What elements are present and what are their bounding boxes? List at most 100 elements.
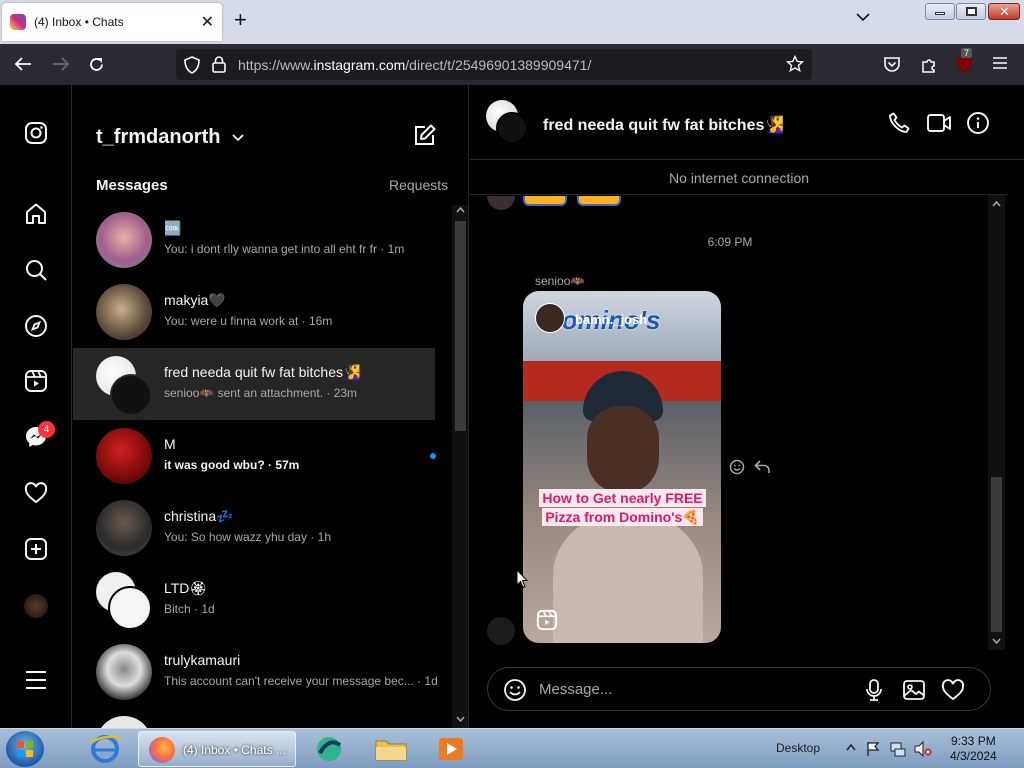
- url-path: /direct/t/25496901389909471/: [405, 57, 592, 73]
- react-emoji-icon[interactable]: [729, 459, 745, 475]
- thread-preview: This account can't receive your message …: [164, 674, 438, 688]
- account-switcher[interactable]: t_frmdanorth: [96, 126, 244, 149]
- system-clock[interactable]: 9:33 PM 4/3/2024: [950, 734, 997, 764]
- firefox-taskbar-button[interactable]: (4) Inbox • Chats ...: [138, 731, 296, 767]
- chat-scroll-thumb[interactable]: [991, 477, 1002, 632]
- minimize-window-button[interactable]: [925, 3, 955, 20]
- instagram-app: 4 t_frmdanorth Messages Requests 🆒 You: …: [0, 85, 1024, 728]
- thread-avatar: [96, 284, 152, 340]
- reply-arrow-icon[interactable]: [754, 459, 771, 475]
- close-window-button[interactable]: ✕: [988, 3, 1020, 20]
- thread-avatar: [96, 500, 152, 556]
- scroll-up-arrow-icon[interactable]: [992, 201, 1001, 207]
- message-timestamp: 6:09 PM: [707, 235, 753, 249]
- group-avatar: [96, 572, 152, 630]
- forward-arrow-icon[interactable]: [52, 56, 70, 72]
- audio-call-phone-icon[interactable]: [887, 111, 911, 135]
- chat-title[interactable]: fred needa quit fw fat bitches🧏‍♀️: [543, 115, 784, 135]
- chat-scrollbar[interactable]: [988, 195, 1005, 650]
- create-plus-icon[interactable]: [24, 537, 48, 561]
- chat-header: fred needa quit fw fat bitches🧏‍♀️: [470, 85, 1024, 160]
- new-tab-button[interactable]: +: [234, 9, 247, 31]
- thread-name: makyia🖤: [164, 292, 226, 308]
- start-button[interactable]: [6, 731, 44, 767]
- thread-row[interactable]: trulykamauri This account can't receive …: [73, 636, 438, 708]
- browser-tab[interactable]: (4) Inbox • Chats ✕: [2, 3, 222, 41]
- thread-name: LTD🏵: [164, 580, 208, 596]
- internet-explorer-taskbar-icon[interactable]: [76, 733, 134, 765]
- bookmark-star-icon[interactable]: [786, 55, 804, 73]
- like-heart-icon[interactable]: [941, 678, 965, 702]
- thread-name: M: [164, 436, 176, 452]
- clock-time: 9:33 PM: [951, 734, 996, 748]
- notifications-heart-icon[interactable]: [24, 481, 48, 505]
- voice-message-mic-icon[interactable]: [864, 678, 884, 702]
- tracking-protection-shield-icon[interactable]: [184, 56, 200, 74]
- lock-icon[interactable]: [212, 56, 226, 73]
- reels-icon[interactable]: [24, 369, 48, 393]
- network-icon[interactable]: [890, 741, 906, 757]
- reel-face: [587, 406, 659, 494]
- scroll-up-arrow-icon[interactable]: [456, 207, 465, 213]
- close-tab-icon[interactable]: ✕: [201, 12, 214, 32]
- home-icon[interactable]: [24, 202, 48, 226]
- thread-name: trulykamauri: [164, 652, 241, 668]
- instagram-logo-icon[interactable]: [24, 121, 48, 145]
- thread-row[interactable]: christina💤 You: So how wazz yhu day · 1h: [73, 492, 435, 564]
- hamburger-menu-icon[interactable]: [992, 56, 1008, 70]
- thread-avatar: [96, 716, 152, 728]
- browser-nav-bar: https://www.instagram.com/direct/t/25496…: [0, 44, 1024, 85]
- chat-group-avatar[interactable]: [486, 100, 530, 144]
- list-tabs-chevron-icon[interactable]: [856, 12, 870, 22]
- thread-row[interactable]: LTD🏵 Bitch · 1d: [73, 564, 435, 636]
- back-arrow-icon[interactable]: [14, 56, 32, 72]
- thread-preview: it was good wbu? · 57m: [164, 458, 300, 472]
- url-domain: instagram.com: [313, 57, 406, 73]
- inbox-scroll-thumb[interactable]: [455, 221, 466, 431]
- address-bar[interactable]: https://www.instagram.com/direct/t/25496…: [176, 49, 812, 80]
- scroll-down-arrow-icon[interactable]: [456, 716, 465, 722]
- volume-muted-icon[interactable]: [914, 741, 932, 757]
- notification-badge: 4: [38, 421, 55, 438]
- pocket-icon[interactable]: [883, 56, 901, 73]
- emoji-picker-icon[interactable]: [503, 678, 527, 702]
- more-menu-icon[interactable]: [24, 668, 48, 692]
- desktop-toolbar-label[interactable]: Desktop: [776, 741, 820, 755]
- add-photo-icon[interactable]: [902, 678, 926, 702]
- inbox-scrollbar[interactable]: [452, 205, 468, 728]
- thread-row[interactable]: makyia🖤 You: were u finna work at · 16m: [73, 276, 435, 348]
- media-player-taskbar-icon[interactable]: [422, 733, 480, 765]
- thread-row[interactable]: [73, 708, 435, 728]
- reel-body: [553, 516, 703, 643]
- file-explorer-taskbar-icon[interactable]: [362, 733, 420, 765]
- thread-row-selected[interactable]: fred needa quit fw fat bitches🧏‍♀️ senio…: [73, 348, 435, 420]
- shared-reel-card[interactable]: Domino's bamn._josh How to Get nearly FR…: [523, 291, 721, 643]
- message-input[interactable]: [539, 678, 839, 700]
- action-center-flag-icon[interactable]: [866, 741, 880, 757]
- app-taskbar-icon[interactable]: [300, 733, 358, 765]
- conversation-info-icon[interactable]: [966, 111, 990, 135]
- tray-expand-icon[interactable]: [846, 743, 856, 751]
- message-sender-name: senioo🦇: [535, 274, 586, 288]
- chat-panel: fred needa quit fw fat bitches🧏‍♀️ No in…: [470, 85, 1024, 728]
- video-call-icon[interactable]: [926, 111, 952, 135]
- extensions-puzzle-icon[interactable]: [920, 56, 938, 74]
- instagram-favicon-icon: [10, 14, 26, 30]
- reel-type-icon: [536, 609, 558, 631]
- requests-link[interactable]: Requests: [389, 177, 448, 193]
- profile-avatar[interactable]: [24, 594, 48, 618]
- messages-heading: Messages: [96, 177, 168, 194]
- thread-row[interactable]: 🆒 You: i dont rlly wanna get into all eh…: [73, 204, 435, 276]
- thread-name: christina💤: [164, 508, 234, 524]
- search-icon[interactable]: [24, 258, 48, 282]
- new-message-compose-icon[interactable]: [413, 123, 437, 147]
- clock-date: 4/3/2024: [950, 749, 997, 763]
- explore-compass-icon[interactable]: [24, 314, 48, 338]
- ublock-extension-icon[interactable]: 7: [955, 48, 973, 74]
- thread-preview: senioo🦇 sent an attachment. · 23m: [164, 386, 358, 400]
- scroll-down-arrow-icon[interactable]: [992, 638, 1001, 644]
- mouse-cursor-icon: [516, 569, 528, 589]
- thread-row[interactable]: M it was good wbu? · 57m: [73, 420, 436, 492]
- restore-window-button[interactable]: [956, 3, 986, 20]
- reload-icon[interactable]: [88, 56, 105, 73]
